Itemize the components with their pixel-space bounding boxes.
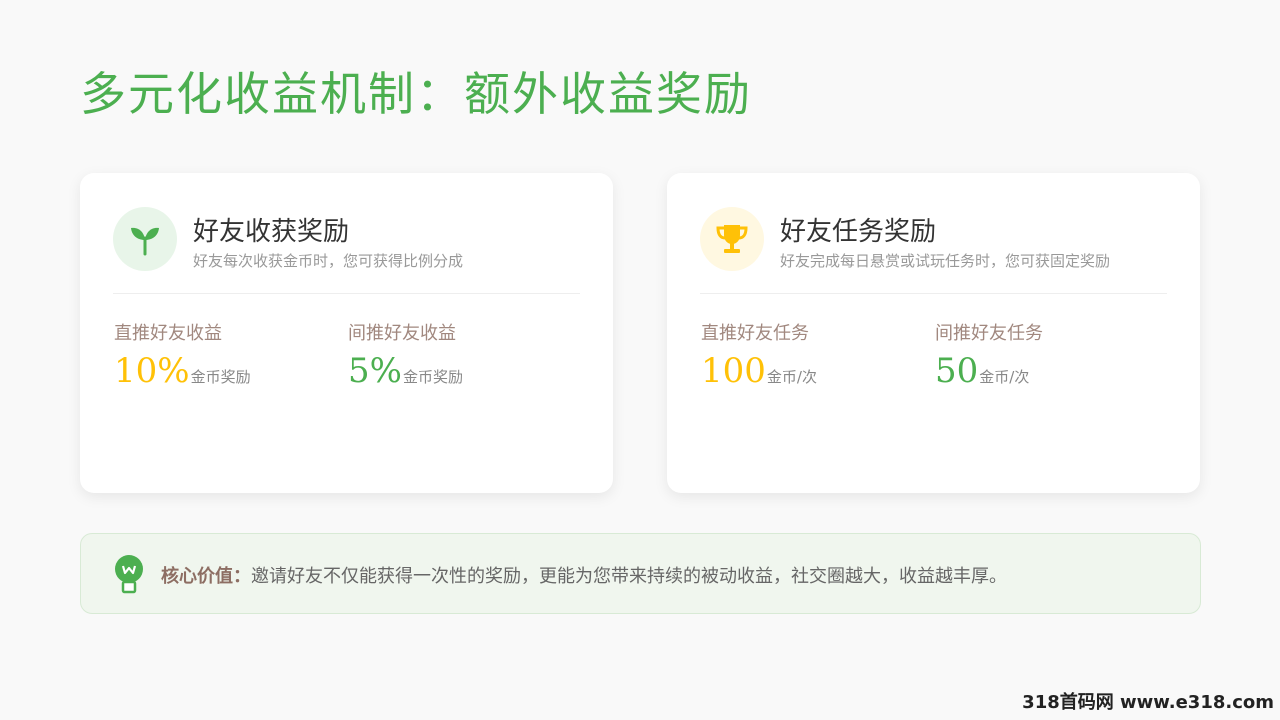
stat-value: 100 [701, 351, 766, 391]
stat-indirect-friend-income: 间推好友收益 5% 金币奖励 [348, 319, 463, 391]
friend-task-reward-card: 好友任务奖励 好友完成每日悬赏或试玩任务时，您可获固定奖励 直推好友任务 100… [667, 173, 1200, 493]
stat-unit: 金币奖励 [190, 368, 251, 386]
stat-value: 50 [935, 351, 979, 391]
stat-label: 直推好友收益 [114, 323, 222, 344]
page-title: 多元化收益机制：额外收益奖励 [80, 67, 752, 121]
site-watermark: 318首码网 www.e318.com [1022, 692, 1274, 713]
stat-value: 5% [348, 351, 402, 391]
trophy-icon [716, 225, 748, 253]
core-value-callout: 核心价值：邀请好友不仅能获得一次性的奖励，更能为您带来持续的被动收益，社交圈越大… [80, 533, 1201, 614]
stat-unit: 金币/次 [979, 368, 1030, 386]
stat-direct-friend-income: 直推好友收益 10% 金币奖励 [114, 319, 251, 391]
sprout-icon-badge [113, 207, 177, 271]
card-subtitle: 好友每次收获金币时，您可获得比例分成 [193, 252, 464, 270]
stat-direct-friend-task: 直推好友任务 100 金币/次 [701, 319, 817, 391]
divider [113, 293, 580, 294]
trophy-icon-badge [700, 207, 764, 271]
stat-label: 间推好友收益 [348, 323, 456, 344]
friend-harvest-reward-card: 好友收获奖励 好友每次收获金币时，您可获得比例分成 直推好友收益 10% 金币奖… [80, 173, 613, 493]
core-value-text: 核心价值：邀请好友不仅能获得一次性的奖励，更能为您带来持续的被动收益，社交圈越大… [161, 562, 1007, 588]
core-value-label: 核心价值： [161, 566, 251, 587]
stat-label: 间推好友任务 [935, 323, 1043, 344]
card-title: 好友任务奖励 [780, 217, 937, 247]
stat-indirect-friend-task: 间推好友任务 50 金币/次 [935, 319, 1043, 391]
card-title: 好友收获奖励 [193, 217, 350, 247]
stat-value: 10% [114, 351, 190, 391]
stat-unit: 金币/次 [766, 368, 817, 386]
card-subtitle: 好友完成每日悬赏或试玩任务时，您可获固定奖励 [780, 252, 1111, 270]
stat-label: 直推好友任务 [701, 323, 809, 344]
core-value-body: 邀请好友不仅能获得一次性的奖励，更能为您带来持续的被动收益，社交圈越大，收益越丰… [251, 566, 1007, 587]
divider [700, 293, 1167, 294]
sprout-icon [131, 227, 159, 256]
stat-unit: 金币奖励 [402, 368, 463, 386]
lightbulb-icon [113, 554, 145, 598]
